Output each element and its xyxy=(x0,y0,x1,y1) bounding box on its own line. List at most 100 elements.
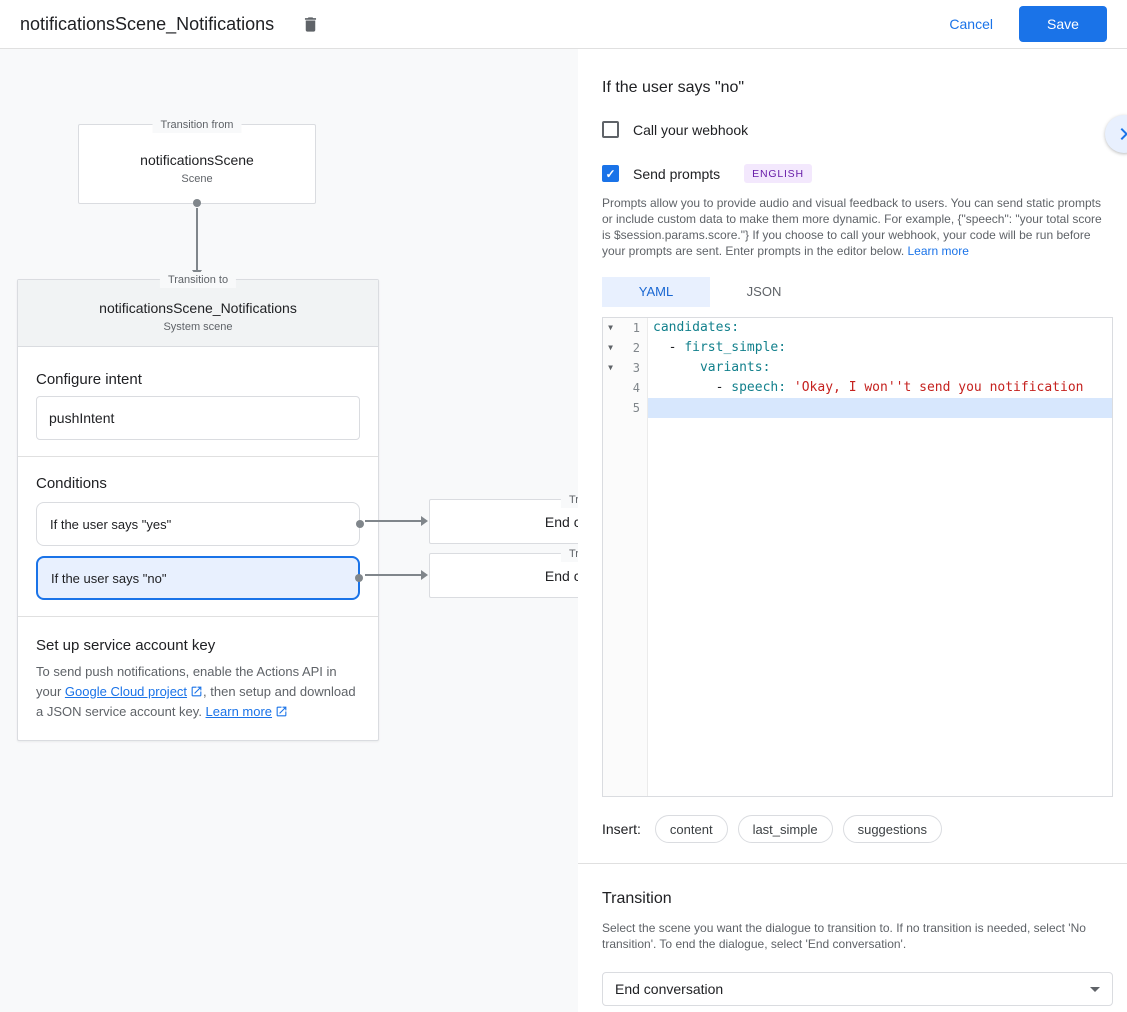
chevron-right-icon xyxy=(1112,122,1127,146)
editor-gutter: ▼1 xyxy=(603,318,648,338)
send-prompts-checkbox[interactable]: ✓ xyxy=(602,165,619,182)
end-node-title: End conversation xyxy=(545,568,578,584)
from-node-subtitle: Scene xyxy=(181,173,212,185)
service-account-title: Set up service account key xyxy=(36,637,360,654)
scene-card-subtitle: System scene xyxy=(163,321,232,333)
transition-select-value: End conversation xyxy=(615,981,723,997)
end-node-title: End conversation xyxy=(545,514,578,530)
line-number: 5 xyxy=(618,398,648,418)
call-webhook-row[interactable]: Call your webhook xyxy=(602,121,1113,138)
conditions-section: Conditions If the user says "yes" If the… xyxy=(18,457,378,616)
transition-to-label: Transition to xyxy=(561,546,578,562)
connector-port-icon xyxy=(193,199,201,207)
code-line-content[interactable]: variants: xyxy=(648,358,1112,378)
webhook-checkbox[interactable] xyxy=(602,121,619,138)
transition-arrow-line xyxy=(196,208,198,270)
intent-item-pushintent[interactable]: pushIntent xyxy=(36,396,360,440)
transition-description: Select the scene you want the dialogue t… xyxy=(602,920,1113,952)
line-number: 1 xyxy=(618,318,648,338)
code-line-content[interactable]: candidates: xyxy=(648,318,1112,338)
dropdown-caret-icon xyxy=(1090,987,1100,992)
code-line[interactable]: ▼2 - first_simple: xyxy=(603,338,1112,358)
google-cloud-project-link[interactable]: Google Cloud project xyxy=(65,684,187,699)
transition-from-label: Transition from xyxy=(153,117,242,133)
editor-tabs: YAML JSON xyxy=(602,277,1113,307)
code-line[interactable]: ▼3 variants: xyxy=(603,358,1112,378)
line-number: 3 xyxy=(618,358,648,378)
insert-label: Insert: xyxy=(602,821,641,837)
insert-last-simple-chip[interactable]: last_simple xyxy=(738,815,833,843)
connector-port-icon xyxy=(356,520,364,528)
top-bar: notificationsScene_Notifications Cancel … xyxy=(0,0,1127,49)
webhook-label: Call your webhook xyxy=(633,122,748,138)
condition-item-no[interactable]: If the user says "no" xyxy=(36,556,360,600)
condition-label: If the user says "yes" xyxy=(50,517,171,532)
scene-node-from[interactable]: Transition from notificationsScene Scene xyxy=(78,124,316,204)
condition-no-arrow-head-icon xyxy=(421,570,428,580)
insert-row: Insert: content last_simple suggestions xyxy=(602,815,1113,843)
code-line-content[interactable]: - speech: 'Okay, I won''t send you notif… xyxy=(648,378,1112,398)
details-panel: If the user says "no" Call your webhook … xyxy=(578,49,1127,1012)
prompts-description-text: Prompts allow you to provide audio and v… xyxy=(602,196,1102,258)
condition-yes-arrow-line xyxy=(365,520,421,522)
service-account-section: Set up service account key To send push … xyxy=(18,617,378,740)
fold-toggle-icon[interactable]: ▼ xyxy=(603,358,618,378)
prompts-description: Prompts allow you to provide audio and v… xyxy=(602,195,1113,259)
transition-select[interactable]: End conversation xyxy=(602,972,1113,1006)
configure-intent-title: Configure intent xyxy=(36,371,360,388)
code-line[interactable]: 4 - speech: 'Okay, I won''t send you not… xyxy=(603,378,1112,398)
send-prompts-row[interactable]: ✓ Send prompts ENGLISH xyxy=(602,164,1113,183)
condition-yes-arrow-head-icon xyxy=(421,516,428,526)
code-line[interactable]: 5 xyxy=(603,398,1112,418)
condition-item-yes[interactable]: If the user says "yes" xyxy=(36,502,360,546)
service-account-text: To send push notifications, enable the A… xyxy=(36,662,360,722)
insert-suggestions-chip[interactable]: suggestions xyxy=(843,815,942,843)
fold-toggle-icon[interactable]: ▼ xyxy=(603,338,618,358)
scene-graph-canvas[interactable]: Transition from notificationsScene Scene… xyxy=(0,49,578,1012)
delete-scene-button[interactable] xyxy=(294,8,326,40)
end-conversation-node-1[interactable]: Transition to End conversation xyxy=(429,499,578,544)
scene-card: Transition to notificationsScene_Notific… xyxy=(17,279,379,741)
end-conversation-node-2[interactable]: Transition to End conversation xyxy=(429,553,578,598)
fold-toggle-icon[interactable]: ▼ xyxy=(603,318,618,338)
editor-gutter: 5 xyxy=(603,398,648,418)
panel-title: If the user says "no" xyxy=(602,79,1113,97)
tab-json[interactable]: JSON xyxy=(710,277,818,307)
app-window: notificationsScene_Notifications Cancel … xyxy=(0,0,1127,1012)
editor-gutter: 4 xyxy=(603,378,648,398)
editor-gutter: ▼2 xyxy=(603,338,648,358)
language-badge: ENGLISH xyxy=(744,164,812,183)
trash-icon xyxy=(301,15,320,34)
transition-title: Transition xyxy=(602,890,1113,908)
intent-name: pushIntent xyxy=(49,410,114,426)
code-editor[interactable]: ▼1candidates:▼2 - first_simple:▼3 varian… xyxy=(602,317,1113,797)
active-code-line[interactable] xyxy=(648,398,1112,418)
code-line-content[interactable]: - first_simple: xyxy=(648,338,1112,358)
connector-port-icon xyxy=(355,574,363,582)
learn-more-link[interactable]: Learn more xyxy=(908,244,969,258)
learn-more-link[interactable]: Learn more xyxy=(206,704,272,719)
transition-to-label: Transition to xyxy=(160,272,236,288)
transition-to-label: Transition to xyxy=(561,492,578,508)
line-number: 2 xyxy=(618,338,648,358)
code-line[interactable]: ▼1candidates: xyxy=(603,318,1112,338)
scene-card-title: notificationsScene_Notifications xyxy=(99,300,297,316)
save-button[interactable]: Save xyxy=(1019,6,1107,42)
condition-label: If the user says "no" xyxy=(51,571,166,586)
external-link-icon xyxy=(275,705,288,718)
external-link-icon xyxy=(190,685,203,698)
condition-no-arrow-line xyxy=(365,574,421,576)
configure-intent-section: Configure intent pushIntent xyxy=(18,347,378,456)
code-editor-lines: ▼1candidates:▼2 - first_simple:▼3 varian… xyxy=(603,318,1112,418)
section-divider xyxy=(578,863,1127,864)
send-prompts-label: Send prompts xyxy=(633,166,720,182)
conditions-title: Conditions xyxy=(36,475,360,492)
insert-content-chip[interactable]: content xyxy=(655,815,728,843)
page-title: notificationsScene_Notifications xyxy=(20,14,274,35)
from-node-title: notificationsScene xyxy=(140,152,254,168)
editor-gutter: ▼3 xyxy=(603,358,648,378)
cancel-button[interactable]: Cancel xyxy=(949,16,993,32)
line-number: 4 xyxy=(618,378,648,398)
tab-yaml[interactable]: YAML xyxy=(602,277,710,307)
scene-card-header[interactable]: notificationsScene_Notifications System … xyxy=(18,280,378,347)
